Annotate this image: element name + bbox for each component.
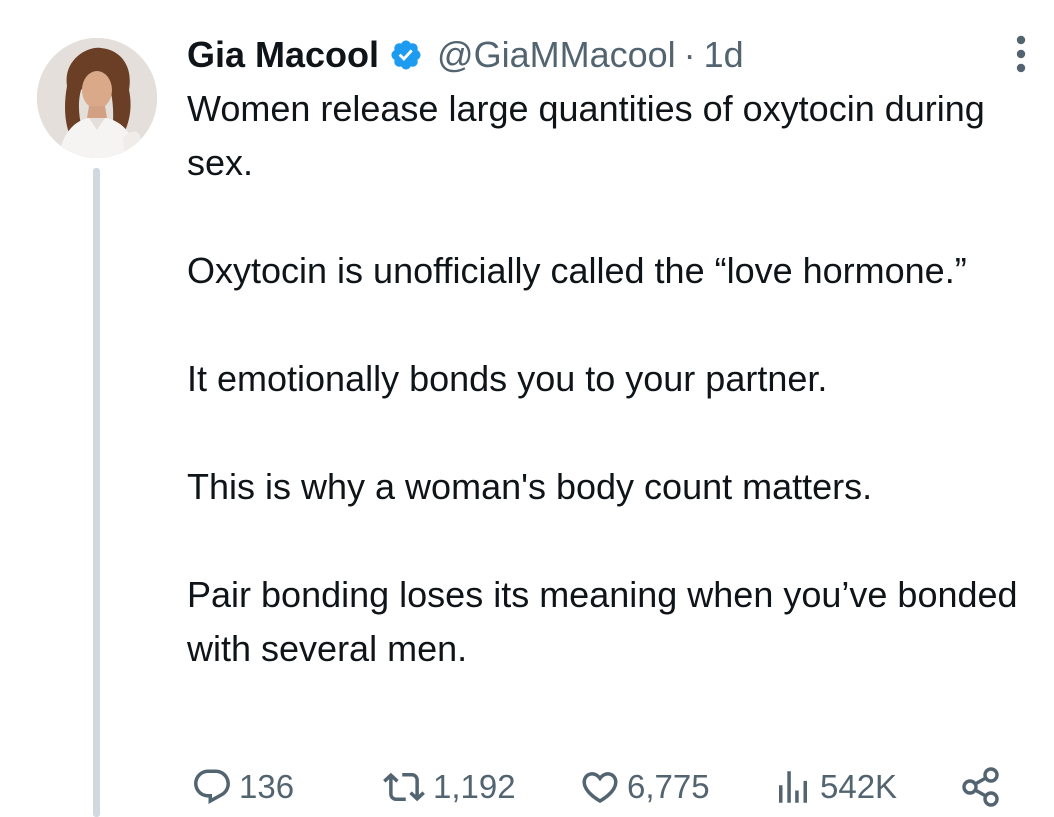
reply-icon xyxy=(194,769,230,804)
thread-line xyxy=(93,168,100,817)
tweet-paragraph: Pair bonding loses its meaning when you’… xyxy=(187,574,1018,669)
retweet-button[interactable]: 1,192 xyxy=(381,762,516,812)
tweet-paragraph: It emotionally bonds you to your partner… xyxy=(187,358,828,399)
share-button[interactable] xyxy=(959,762,1003,812)
tweet-paragraph: Oxytocin is unofficially called the “lov… xyxy=(187,250,967,291)
avatar-photo xyxy=(37,38,157,158)
share-icon xyxy=(962,767,999,807)
heart-icon xyxy=(582,772,618,804)
views-button[interactable]: 542K xyxy=(772,762,897,812)
separator-dot: · xyxy=(683,34,696,75)
timestamp[interactable]: 1d xyxy=(704,34,744,76)
tweet-header: Gia Macool @GiaMMacool · 1d xyxy=(187,30,744,80)
handle[interactable]: @GiaMMacool xyxy=(437,34,676,76)
reply-count: 136 xyxy=(239,768,295,805)
tweet-paragraph: This is why a woman's body count matters… xyxy=(187,466,873,507)
like-count: 6,775 xyxy=(627,768,710,805)
reply-button[interactable]: 136 xyxy=(191,762,294,812)
retweet-icon xyxy=(383,772,425,802)
more-vertical-icon[interactable] xyxy=(1003,32,1039,76)
avatar[interactable] xyxy=(37,38,157,158)
like-button[interactable]: 6,775 xyxy=(579,762,710,812)
action-bar: 136 1,192 6,775 542K xyxy=(187,762,1017,812)
tweet-text: Women release large quantities of oxytoc… xyxy=(187,82,1027,676)
verified-badge-icon xyxy=(389,38,423,72)
views-count: 542K xyxy=(820,768,898,805)
views-bar-icon xyxy=(779,771,807,803)
retweet-count: 1,192 xyxy=(433,768,516,805)
tweet-paragraph: Women release large quantities of oxytoc… xyxy=(187,88,985,183)
display-name[interactable]: Gia Macool xyxy=(187,34,379,76)
tweet[interactable]: Gia Macool @GiaMMacool · 1d Women releas… xyxy=(0,0,1054,817)
